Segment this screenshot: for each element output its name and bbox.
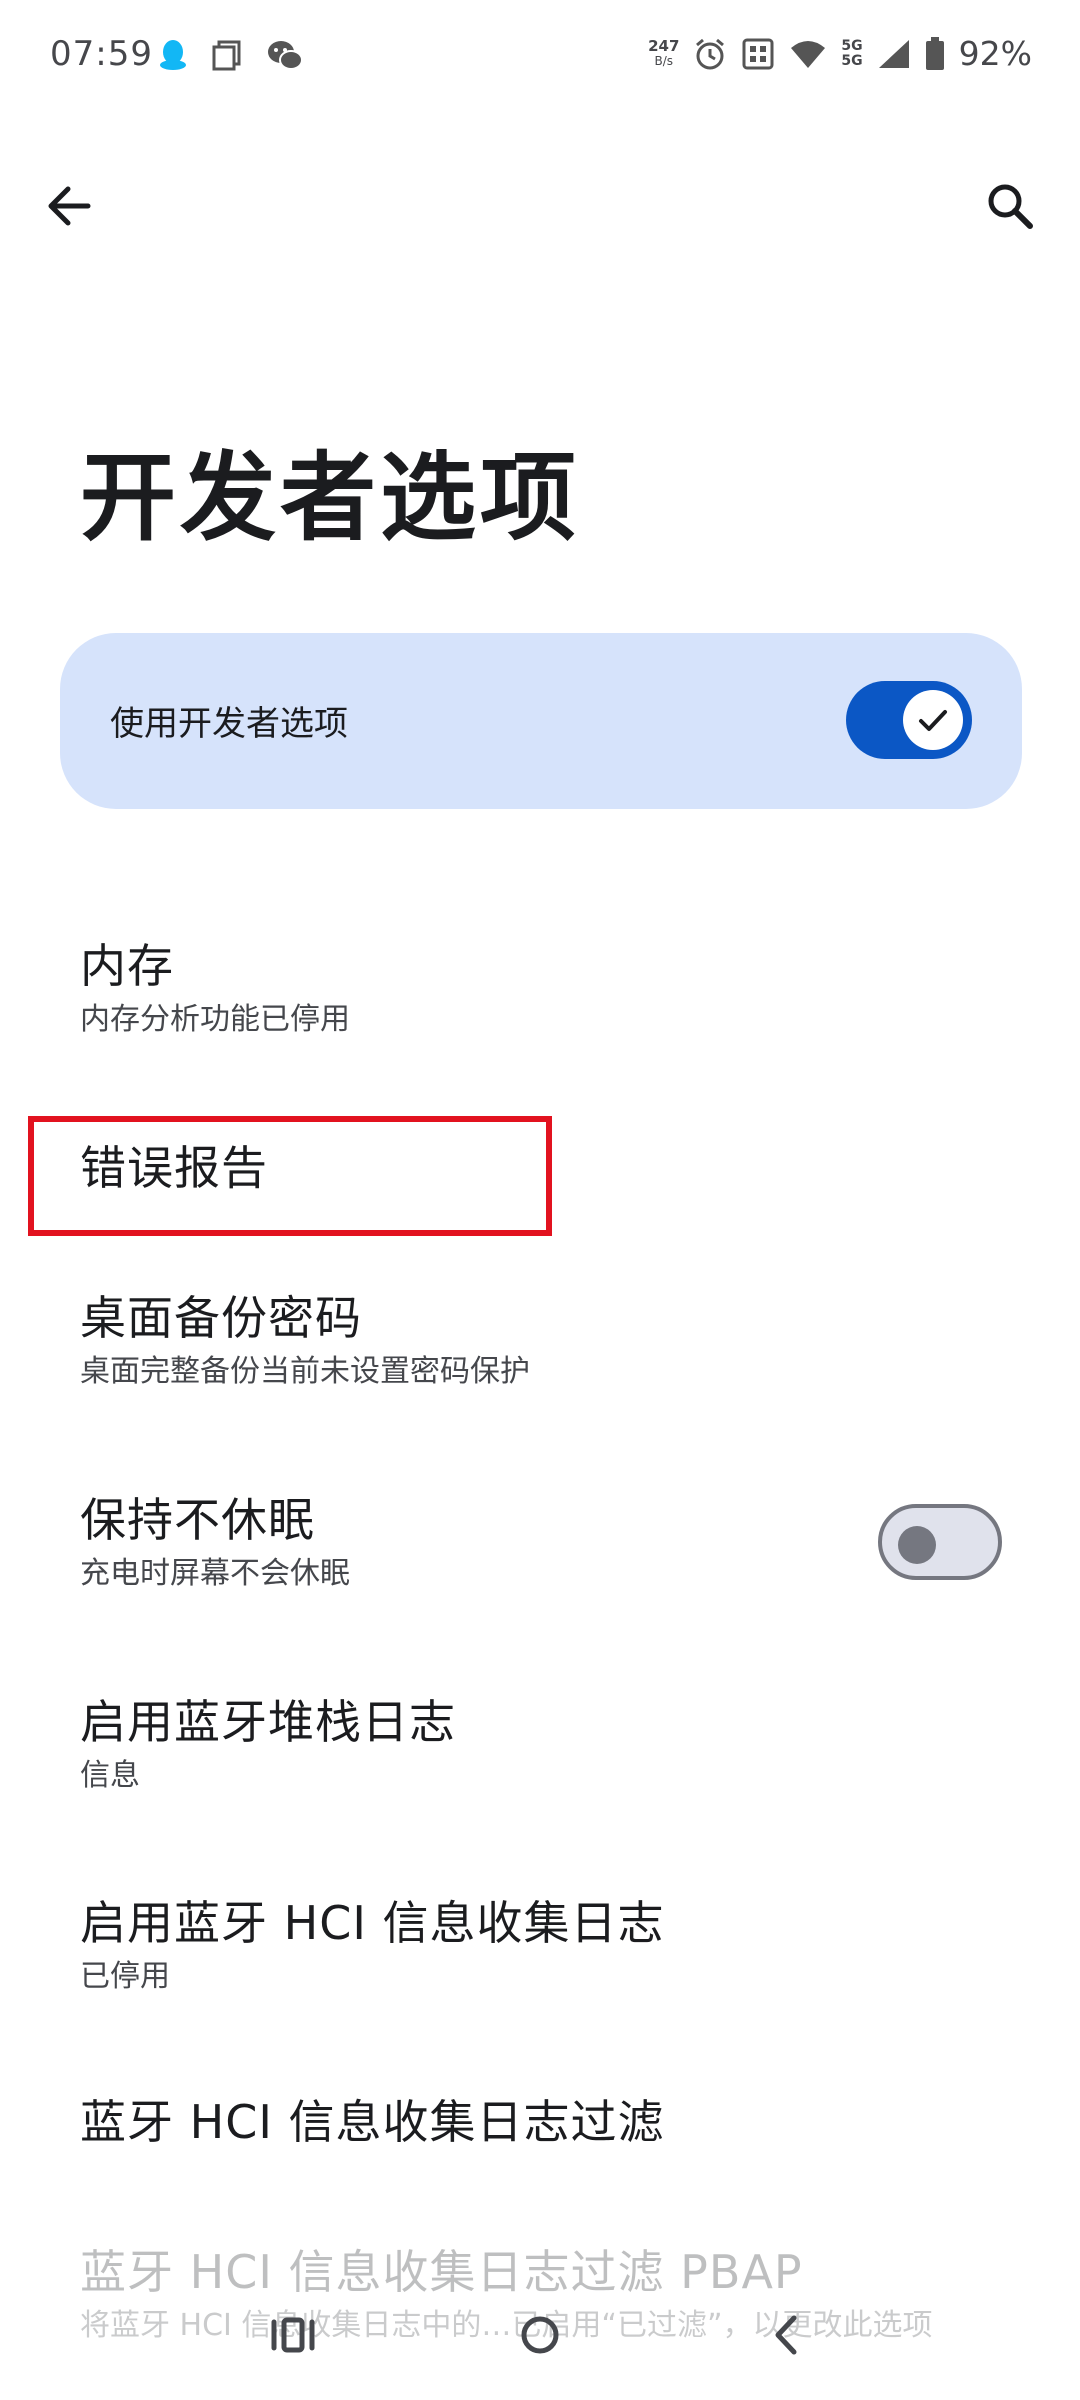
network-label-2: 5G bbox=[841, 52, 863, 69]
status-right: 247 B/s 5G 5G 92% bbox=[648, 34, 1032, 73]
developer-options-switch[interactable] bbox=[846, 681, 972, 759]
item-subtitle: 充电时屏幕不会休眠 bbox=[80, 1556, 350, 1591]
navigation-bar bbox=[0, 2280, 1080, 2400]
list-item-stay-awake[interactable]: 保持不休眠 充电时屏幕不会休眠 bbox=[80, 1492, 1000, 1594]
item-title: 启用蓝牙 HCI 信息收集日志 bbox=[80, 1896, 665, 1950]
nav-back-button[interactable] bbox=[752, 2300, 822, 2370]
search-button[interactable] bbox=[982, 178, 1038, 234]
battery-percent: 92% bbox=[958, 34, 1032, 73]
list-item-bluetooth-hci-log[interactable]: 启用蓝牙 HCI 信息收集日志 已停用 bbox=[80, 1895, 1000, 1997]
list-item-bluetooth-stack-log[interactable]: 启用蓝牙堆栈日志 信息 bbox=[80, 1694, 1000, 1796]
nfc-icon bbox=[742, 38, 774, 69]
network-type: 5G 5G bbox=[841, 37, 863, 69]
nav-back-icon bbox=[775, 2315, 797, 2355]
item-title: 启用蓝牙堆栈日志 bbox=[80, 1695, 456, 1749]
list-item-memory[interactable]: 内存 内存分析功能已停用 bbox=[80, 938, 1000, 1040]
item-title: 保持不休眠 bbox=[80, 1493, 315, 1547]
switch-knob bbox=[903, 690, 963, 750]
battery-icon bbox=[925, 36, 944, 70]
check-icon bbox=[919, 710, 947, 731]
stay-awake-switch[interactable] bbox=[878, 1504, 1002, 1580]
arrow-left-icon bbox=[48, 186, 91, 226]
net-speed-unit: B/s bbox=[654, 53, 674, 68]
page-title: 开发者选项 bbox=[80, 442, 580, 554]
status-time: 07:59 bbox=[50, 34, 153, 74]
search-icon bbox=[988, 184, 1033, 229]
item-subtitle: 已停用 bbox=[80, 1959, 170, 1994]
status-left-icons bbox=[158, 38, 304, 72]
screenshot-icon bbox=[212, 40, 241, 71]
back-button[interactable] bbox=[42, 178, 98, 234]
wechat-icon bbox=[268, 41, 303, 70]
wifi-icon bbox=[791, 40, 826, 68]
net-speed-value: 247 bbox=[648, 36, 680, 55]
item-subtitle: 信息 bbox=[80, 1758, 140, 1793]
highlight-box bbox=[28, 1116, 552, 1236]
developer-options-toggle-card[interactable]: 使用开发者选项 bbox=[60, 633, 1022, 809]
list-item-bluetooth-hci-log-filter[interactable]: 蓝牙 HCI 信息收集日志过滤 bbox=[80, 2094, 1000, 2150]
network-label-1: 5G bbox=[841, 37, 863, 54]
item-subtitle: 桌面完整备份当前未设置密码保护 bbox=[80, 1354, 530, 1389]
signal-icon bbox=[878, 39, 909, 68]
item-subtitle: 内存分析功能已停用 bbox=[80, 1002, 350, 1037]
alarm-icon bbox=[696, 38, 725, 69]
switch-knob bbox=[898, 1526, 936, 1564]
item-title: 内存 bbox=[80, 939, 174, 993]
home-button[interactable] bbox=[505, 2300, 575, 2370]
home-icon bbox=[521, 2316, 559, 2354]
net-speed: 247 B/s bbox=[648, 36, 680, 69]
developer-options-label: 使用开发者选项 bbox=[110, 704, 348, 744]
item-title: 蓝牙 HCI 信息收集日志过滤 bbox=[80, 2095, 665, 2149]
qq-icon bbox=[160, 40, 186, 70]
status-bar: 07:59 247 B/s 5G 5G 92% bbox=[0, 0, 1080, 116]
recents-button[interactable] bbox=[258, 2300, 328, 2370]
recents-icon bbox=[271, 2317, 315, 2353]
list-item-desktop-backup-password[interactable]: 桌面备份密码 桌面完整备份当前未设置密码保护 bbox=[80, 1290, 1000, 1392]
item-title: 桌面备份密码 bbox=[80, 1291, 362, 1345]
